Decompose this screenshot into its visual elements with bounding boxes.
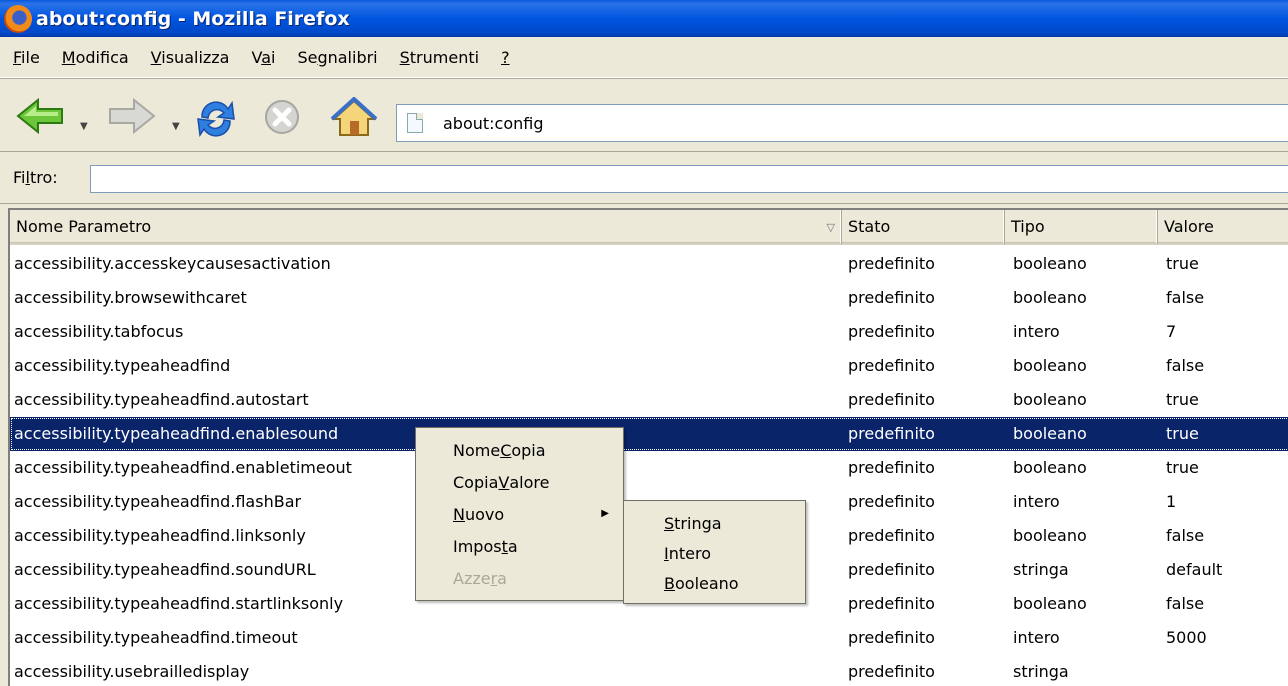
table-row[interactable]: accessibility.typeaheadfind.autostart pr… [10,383,1288,417]
menu-help[interactable]: ? [501,48,510,67]
table-row[interactable]: accessibility.typeaheadfind.enabletimeou… [10,451,1288,485]
back-dropdown-icon[interactable]: ▼ [80,121,88,132]
context-menu: Nome Copia Copia Valore Nuovo ▶ Impos t a A… [415,427,624,601]
reload-icon [197,100,235,138]
preferences-tree[interactable]: Nome Parametro ▽ Stato Tipo Valore acces… [8,208,1288,686]
submenu-integer[interactable]: Intero [624,537,805,569]
context-menu-copy-value[interactable]: Copia Valore [416,466,623,498]
page-icon [407,113,423,133]
menu-visualizza[interactable]: Visualizza [151,48,230,67]
stop-icon [265,100,299,134]
forward-button[interactable] [106,97,158,135]
filter-bar: Filtro: [0,152,1288,204]
submenu-string[interactable]: Stringa [624,507,805,539]
column-header-type[interactable]: Tipo [1005,210,1158,245]
table-row[interactable]: accessibility.accesskeycausesactivation … [10,247,1288,281]
menu-modifica[interactable]: Modifica [62,48,129,67]
table-row[interactable]: accessibility.tabfocus predefinito inter… [10,315,1288,349]
home-icon [330,97,378,136]
submenu-arrow-icon: ▶ [601,508,609,519]
firefox-logo-icon [4,4,32,33]
menu-segnalibri[interactable]: Segnalibri [297,48,377,67]
menu-bar: File Modifica Visualizza Vai Segnalibri … [0,37,1288,78]
table-row-selected[interactable]: accessibility.typeaheadfind.enablesound … [10,417,1288,451]
context-menu-new[interactable]: Nuovo ▶ [416,498,623,530]
home-button[interactable] [330,97,378,139]
sort-icon: ▽ [826,221,835,234]
menu-file[interactable]: File [13,48,40,67]
menu-vai[interactable]: Vai [251,48,275,67]
title-bar: about:config - Mozilla Firefox [0,0,1288,37]
stop-button[interactable] [262,97,302,137]
table-row[interactable]: accessibility.typeaheadfind.timeout pred… [10,621,1288,655]
menu-strumenti[interactable]: Strumenti [400,48,479,67]
column-header-name[interactable]: Nome Parametro ▽ [10,210,842,245]
url-bar[interactable]: about:config [396,104,1288,142]
navigation-toolbar: ▼ ▼ about:config [0,78,1288,152]
context-menu-reset: Azze r a [453,568,507,588]
column-header-status[interactable]: Stato [842,210,1005,245]
filter-label: Filtro: [13,168,58,187]
reload-button[interactable] [194,97,238,141]
context-menu-modify[interactable]: Impos t a [416,530,623,562]
context-menu-copy-name[interactable]: Nome Copia [416,434,623,466]
filter-input[interactable] [90,165,1288,193]
url-text[interactable]: about:config [443,114,544,133]
forward-dropdown-icon[interactable]: ▼ [172,121,180,132]
table-row[interactable]: accessibility.typeaheadfind predefinito … [10,349,1288,383]
column-header-value[interactable]: Valore [1158,210,1288,245]
table-row[interactable]: accessibility.browsewithcaret predefinit… [10,281,1288,315]
forward-arrow-icon [109,97,156,135]
window-title: about:config - Mozilla Firefox [36,7,350,30]
tree-header: Nome Parametro ▽ Stato Tipo Valore [10,210,1288,245]
back-button[interactable] [14,97,66,135]
table-row[interactable]: accessibility.usebrailledisplay predefin… [10,655,1288,686]
submenu-boolean[interactable]: Booleano [624,567,805,599]
back-arrow-icon [16,97,63,135]
context-submenu-new: Stringa Intero Booleano [623,500,806,604]
